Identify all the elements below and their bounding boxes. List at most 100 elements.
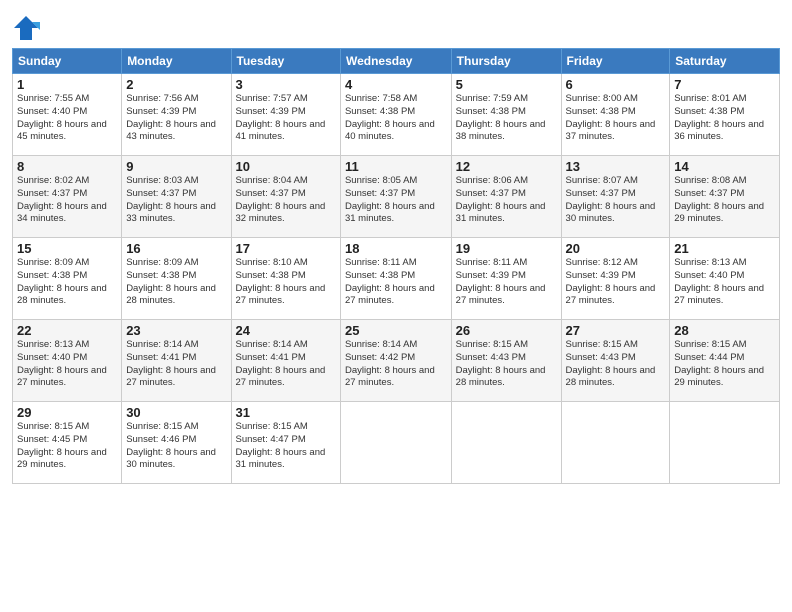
day-info: Sunrise: 8:15 AMSunset: 4:46 PMDaylight:… (126, 421, 216, 470)
day-info: Sunrise: 8:03 AMSunset: 4:37 PMDaylight:… (126, 175, 216, 224)
calendar-table: SundayMondayTuesdayWednesdayThursdayFrid… (12, 48, 780, 484)
day-number: 24 (236, 323, 336, 338)
calendar-cell: 7Sunrise: 8:01 AMSunset: 4:38 PMDaylight… (670, 74, 780, 156)
calendar-cell: 1Sunrise: 7:55 AMSunset: 4:40 PMDaylight… (13, 74, 122, 156)
calendar-cell: 27Sunrise: 8:15 AMSunset: 4:43 PMDayligh… (561, 320, 670, 402)
day-info: Sunrise: 8:11 AMSunset: 4:39 PMDaylight:… (456, 257, 546, 306)
day-number: 11 (345, 159, 447, 174)
day-info: Sunrise: 8:15 AMSunset: 4:43 PMDaylight:… (456, 339, 546, 388)
day-number: 27 (566, 323, 666, 338)
day-info: Sunrise: 7:56 AMSunset: 4:39 PMDaylight:… (126, 93, 216, 142)
calendar-cell (670, 402, 780, 484)
calendar-header-saturday: Saturday (670, 49, 780, 74)
calendar-header-thursday: Thursday (451, 49, 561, 74)
calendar-cell: 25Sunrise: 8:14 AMSunset: 4:42 PMDayligh… (340, 320, 451, 402)
day-info: Sunrise: 8:13 AMSunset: 4:40 PMDaylight:… (674, 257, 764, 306)
day-number: 21 (674, 241, 775, 256)
calendar-header-monday: Monday (122, 49, 231, 74)
logo-icon (12, 14, 40, 42)
day-info: Sunrise: 8:14 AMSunset: 4:41 PMDaylight:… (236, 339, 326, 388)
day-number: 7 (674, 77, 775, 92)
calendar-cell: 28Sunrise: 8:15 AMSunset: 4:44 PMDayligh… (670, 320, 780, 402)
day-info: Sunrise: 8:15 AMSunset: 4:47 PMDaylight:… (236, 421, 326, 470)
day-info: Sunrise: 7:55 AMSunset: 4:40 PMDaylight:… (17, 93, 107, 142)
day-info: Sunrise: 8:00 AMSunset: 4:38 PMDaylight:… (566, 93, 656, 142)
day-number: 13 (566, 159, 666, 174)
day-info: Sunrise: 8:07 AMSunset: 4:37 PMDaylight:… (566, 175, 656, 224)
day-info: Sunrise: 8:15 AMSunset: 4:44 PMDaylight:… (674, 339, 764, 388)
calendar-cell: 23Sunrise: 8:14 AMSunset: 4:41 PMDayligh… (122, 320, 231, 402)
calendar-cell: 31Sunrise: 8:15 AMSunset: 4:47 PMDayligh… (231, 402, 340, 484)
day-number: 15 (17, 241, 117, 256)
day-number: 20 (566, 241, 666, 256)
day-info: Sunrise: 8:01 AMSunset: 4:38 PMDaylight:… (674, 93, 764, 142)
calendar-cell: 10Sunrise: 8:04 AMSunset: 4:37 PMDayligh… (231, 156, 340, 238)
logo (12, 14, 44, 42)
calendar-cell (451, 402, 561, 484)
calendar-cell: 18Sunrise: 8:11 AMSunset: 4:38 PMDayligh… (340, 238, 451, 320)
calendar-cell: 9Sunrise: 8:03 AMSunset: 4:37 PMDaylight… (122, 156, 231, 238)
calendar-cell (340, 402, 451, 484)
calendar-cell (561, 402, 670, 484)
day-number: 8 (17, 159, 117, 174)
calendar-cell: 3Sunrise: 7:57 AMSunset: 4:39 PMDaylight… (231, 74, 340, 156)
day-info: Sunrise: 7:57 AMSunset: 4:39 PMDaylight:… (236, 93, 326, 142)
calendar-cell: 21Sunrise: 8:13 AMSunset: 4:40 PMDayligh… (670, 238, 780, 320)
calendar-header-friday: Friday (561, 49, 670, 74)
day-number: 30 (126, 405, 226, 420)
day-number: 26 (456, 323, 557, 338)
day-number: 10 (236, 159, 336, 174)
calendar-cell: 14Sunrise: 8:08 AMSunset: 4:37 PMDayligh… (670, 156, 780, 238)
day-info: Sunrise: 8:09 AMSunset: 4:38 PMDaylight:… (17, 257, 107, 306)
day-number: 29 (17, 405, 117, 420)
day-info: Sunrise: 8:10 AMSunset: 4:38 PMDaylight:… (236, 257, 326, 306)
day-number: 23 (126, 323, 226, 338)
calendar-cell: 6Sunrise: 8:00 AMSunset: 4:38 PMDaylight… (561, 74, 670, 156)
calendar-cell: 17Sunrise: 8:10 AMSunset: 4:38 PMDayligh… (231, 238, 340, 320)
day-info: Sunrise: 8:15 AMSunset: 4:45 PMDaylight:… (17, 421, 107, 470)
day-number: 1 (17, 77, 117, 92)
day-number: 17 (236, 241, 336, 256)
day-number: 4 (345, 77, 447, 92)
day-info: Sunrise: 8:05 AMSunset: 4:37 PMDaylight:… (345, 175, 435, 224)
day-info: Sunrise: 8:14 AMSunset: 4:41 PMDaylight:… (126, 339, 216, 388)
day-number: 9 (126, 159, 226, 174)
day-info: Sunrise: 8:04 AMSunset: 4:37 PMDaylight:… (236, 175, 326, 224)
calendar-cell: 13Sunrise: 8:07 AMSunset: 4:37 PMDayligh… (561, 156, 670, 238)
calendar-cell: 24Sunrise: 8:14 AMSunset: 4:41 PMDayligh… (231, 320, 340, 402)
calendar-cell: 29Sunrise: 8:15 AMSunset: 4:45 PMDayligh… (13, 402, 122, 484)
calendar-cell: 15Sunrise: 8:09 AMSunset: 4:38 PMDayligh… (13, 238, 122, 320)
day-info: Sunrise: 8:15 AMSunset: 4:43 PMDaylight:… (566, 339, 656, 388)
day-number: 31 (236, 405, 336, 420)
day-info: Sunrise: 8:08 AMSunset: 4:37 PMDaylight:… (674, 175, 764, 224)
calendar-cell: 22Sunrise: 8:13 AMSunset: 4:40 PMDayligh… (13, 320, 122, 402)
day-number: 19 (456, 241, 557, 256)
day-number: 25 (345, 323, 447, 338)
day-number: 3 (236, 77, 336, 92)
calendar-cell: 5Sunrise: 7:59 AMSunset: 4:38 PMDaylight… (451, 74, 561, 156)
day-number: 22 (17, 323, 117, 338)
day-info: Sunrise: 7:59 AMSunset: 4:38 PMDaylight:… (456, 93, 546, 142)
day-number: 12 (456, 159, 557, 174)
day-number: 16 (126, 241, 226, 256)
day-info: Sunrise: 8:13 AMSunset: 4:40 PMDaylight:… (17, 339, 107, 388)
calendar-cell: 4Sunrise: 7:58 AMSunset: 4:38 PMDaylight… (340, 74, 451, 156)
day-info: Sunrise: 7:58 AMSunset: 4:38 PMDaylight:… (345, 93, 435, 142)
calendar-cell: 26Sunrise: 8:15 AMSunset: 4:43 PMDayligh… (451, 320, 561, 402)
day-info: Sunrise: 8:12 AMSunset: 4:39 PMDaylight:… (566, 257, 656, 306)
calendar-cell: 12Sunrise: 8:06 AMSunset: 4:37 PMDayligh… (451, 156, 561, 238)
calendar-cell: 2Sunrise: 7:56 AMSunset: 4:39 PMDaylight… (122, 74, 231, 156)
day-number: 14 (674, 159, 775, 174)
day-info: Sunrise: 8:02 AMSunset: 4:37 PMDaylight:… (17, 175, 107, 224)
day-number: 2 (126, 77, 226, 92)
day-info: Sunrise: 8:06 AMSunset: 4:37 PMDaylight:… (456, 175, 546, 224)
calendar-header-tuesday: Tuesday (231, 49, 340, 74)
calendar-cell: 8Sunrise: 8:02 AMSunset: 4:37 PMDaylight… (13, 156, 122, 238)
day-info: Sunrise: 8:09 AMSunset: 4:38 PMDaylight:… (126, 257, 216, 306)
day-number: 5 (456, 77, 557, 92)
calendar-cell: 11Sunrise: 8:05 AMSunset: 4:37 PMDayligh… (340, 156, 451, 238)
calendar-cell: 30Sunrise: 8:15 AMSunset: 4:46 PMDayligh… (122, 402, 231, 484)
day-info: Sunrise: 8:11 AMSunset: 4:38 PMDaylight:… (345, 257, 435, 306)
day-number: 6 (566, 77, 666, 92)
calendar-cell: 19Sunrise: 8:11 AMSunset: 4:39 PMDayligh… (451, 238, 561, 320)
